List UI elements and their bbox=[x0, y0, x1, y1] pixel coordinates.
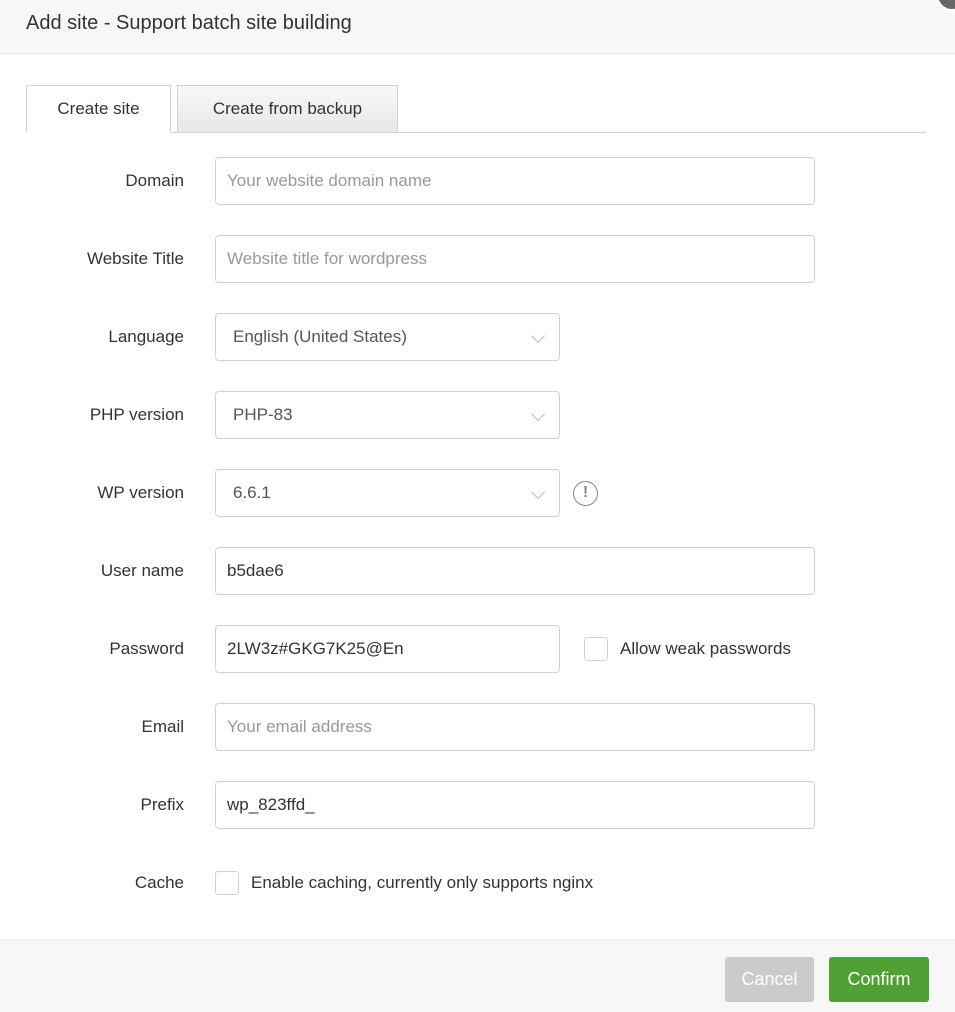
enable-caching-checkbox[interactable] bbox=[215, 871, 239, 895]
dialog-header: Add site - Support batch site building bbox=[0, 0, 955, 54]
confirm-button[interactable]: Confirm bbox=[829, 957, 929, 1002]
domain-input[interactable]: Your website domain name bbox=[215, 157, 815, 205]
info-icon[interactable]: ! bbox=[573, 481, 598, 506]
prefix-label: Prefix bbox=[140, 795, 184, 814]
domain-row: Domain Your website domain name bbox=[0, 157, 955, 205]
password-input[interactable]: 2LW3z#GKG7K25@En bbox=[215, 625, 560, 673]
php-version-selected: PHP-83 bbox=[233, 405, 293, 424]
cache-row: Cache Enable caching, currently only sup… bbox=[0, 859, 955, 907]
domain-label: Domain bbox=[125, 171, 184, 190]
user-name-row: User name b5dae6 bbox=[0, 547, 955, 595]
language-row: Language English (United States) bbox=[0, 313, 955, 361]
user-name-input[interactable]: b5dae6 bbox=[215, 547, 815, 595]
tab-create-from-backup[interactable]: Create from backup bbox=[177, 85, 398, 133]
language-selected: English (United States) bbox=[233, 327, 407, 346]
allow-weak-passwords[interactable]: Allow weak passwords bbox=[584, 637, 791, 661]
dialog-footer: Cancel Confirm bbox=[0, 939, 955, 1012]
allow-weak-passwords-checkbox[interactable] bbox=[584, 637, 608, 661]
tab-create-site[interactable]: Create site bbox=[26, 85, 171, 133]
enable-caching[interactable]: Enable caching, currently only supports … bbox=[215, 871, 593, 895]
website-title-input[interactable]: Website title for wordpress bbox=[215, 235, 815, 283]
user-name-label: User name bbox=[100, 561, 184, 580]
password-label: Password bbox=[109, 639, 184, 658]
language-select[interactable]: English (United States) bbox=[215, 313, 560, 361]
email-label: Email bbox=[141, 717, 184, 736]
prefix-input[interactable]: wp_823ffd_ bbox=[215, 781, 815, 829]
cancel-button[interactable]: Cancel bbox=[725, 957, 814, 1002]
wp-version-selected: 6.6.1 bbox=[233, 483, 271, 502]
enable-caching-label: Enable caching, currently only supports … bbox=[251, 873, 594, 892]
chevron-down-icon bbox=[530, 328, 546, 344]
wp-version-select[interactable]: 6.6.1 bbox=[215, 469, 560, 517]
wp-version-row: WP version 6.6.1 ! bbox=[0, 469, 955, 517]
password-row: Password 2LW3z#GKG7K25@En Allow weak pas… bbox=[0, 625, 955, 673]
wp-version-label: WP version bbox=[97, 483, 184, 502]
website-title-row: Website Title Website title for wordpres… bbox=[0, 235, 955, 283]
language-label: Language bbox=[108, 327, 184, 346]
close-icon[interactable] bbox=[935, 0, 955, 12]
php-version-label: PHP version bbox=[89, 405, 184, 424]
website-title-label: Website Title bbox=[86, 249, 184, 268]
email-input[interactable]: Your email address bbox=[215, 703, 815, 751]
email-row: Email Your email address bbox=[0, 703, 955, 751]
allow-weak-passwords-label: Allow weak passwords bbox=[620, 639, 792, 658]
dialog-title: Add site - Support batch site building bbox=[26, 12, 352, 34]
php-version-row: PHP version PHP-83 bbox=[0, 391, 955, 439]
tab-bar: Create site Create from backup bbox=[26, 85, 926, 133]
chevron-down-icon bbox=[530, 406, 546, 422]
chevron-down-icon bbox=[530, 484, 546, 500]
php-version-select[interactable]: PHP-83 bbox=[215, 391, 560, 439]
cache-label: Cache bbox=[134, 873, 184, 892]
prefix-row: Prefix wp_823ffd_ bbox=[0, 781, 955, 829]
